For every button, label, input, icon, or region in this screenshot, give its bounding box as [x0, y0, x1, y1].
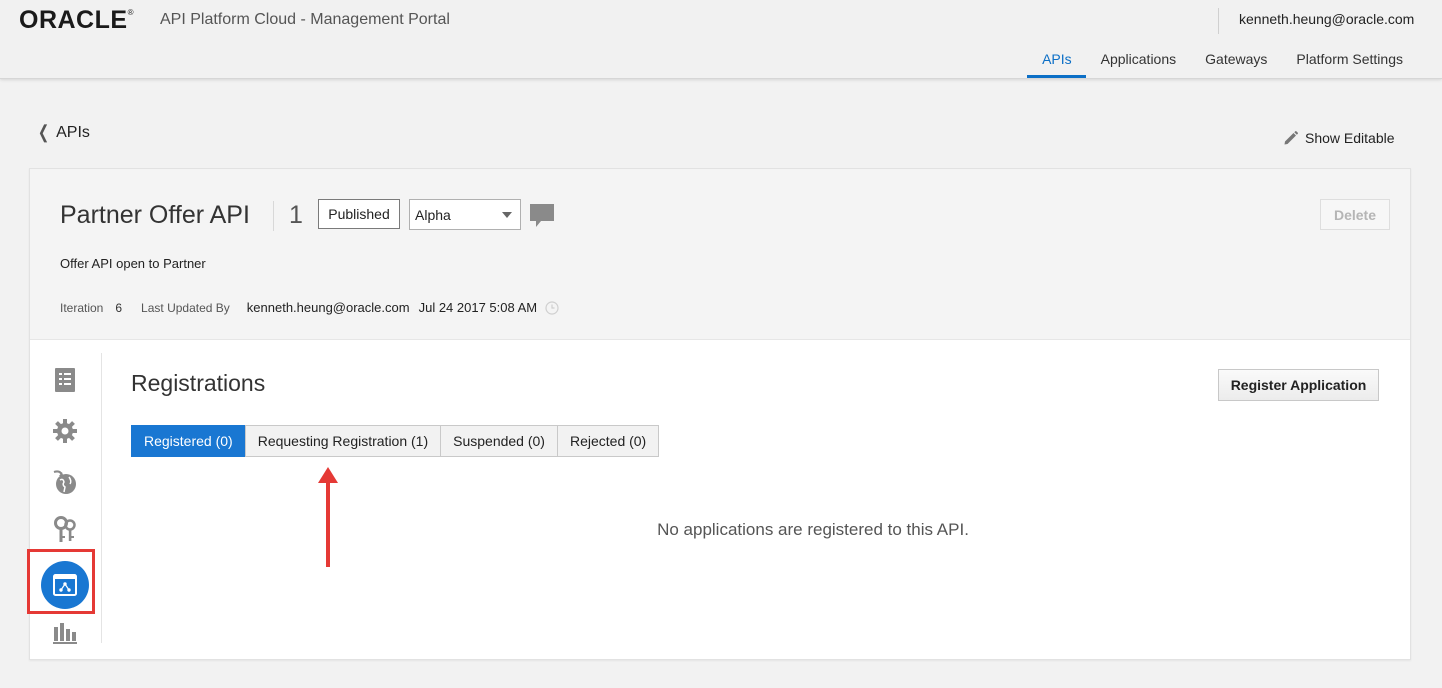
release-select[interactable]: Alpha	[409, 199, 521, 230]
last-updated-label: Last Updated By	[141, 300, 230, 315]
pencil-icon	[1284, 131, 1298, 145]
api-description: Offer API open to Partner	[60, 256, 206, 271]
last-updated-by: kenneth.heung@oracle.com	[246, 300, 410, 315]
portal-title: API Platform Cloud - Management Portal	[160, 11, 450, 28]
tab-rejected[interactable]: Rejected (0)	[556, 425, 660, 457]
tab-registered[interactable]: Registered (0)	[131, 425, 246, 457]
logo-text: ORACLE	[19, 6, 128, 34]
nav-tab-applications[interactable]: Applications	[1086, 48, 1191, 76]
show-editable-label: Show Editable	[1305, 130, 1395, 146]
globe-deploy-icon[interactable]	[50, 467, 80, 497]
chevron-left-icon: ❮	[37, 122, 50, 142]
iteration-value: 6	[115, 300, 123, 315]
main-nav: APIs Applications Gateways Platform Sett…	[1027, 48, 1417, 78]
back-link-label: APIs	[56, 123, 90, 141]
back-to-apis-link[interactable]: ❮ APIs	[36, 122, 90, 143]
tab-requesting-registration[interactable]: Requesting Registration (1)	[244, 425, 442, 457]
registrations-title: Registrations	[131, 370, 266, 396]
empty-state-message: No applications are registered to this A…	[657, 520, 969, 539]
name-divider	[273, 201, 274, 231]
api-metadata: Iteration 6 Last Updated By kenneth.heun…	[60, 300, 559, 315]
api-name: Partner Offer API	[60, 201, 250, 229]
release-select-value: Alpha	[415, 207, 451, 223]
annotation-highlight-box	[27, 549, 95, 614]
nav-tab-apis[interactable]: APIs	[1027, 48, 1086, 78]
api-summary-header: Partner Offer API 1 Published Alpha Dele…	[30, 169, 1410, 340]
analytics-bar-chart-icon[interactable]	[50, 618, 80, 648]
user-menu[interactable]: kenneth.heung@oracle.com	[1239, 11, 1414, 27]
last-updated-at: Jul 24 2017 5:08 AM	[418, 300, 538, 315]
oracle-logo[interactable]: ORACLE®	[19, 6, 134, 35]
logo-registered-mark: ®	[127, 8, 134, 17]
annotation-arrow	[318, 467, 338, 567]
top-header: ORACLE® API Platform Cloud - Management …	[0, 0, 1442, 79]
gear-icon[interactable]	[50, 416, 80, 446]
delete-button[interactable]: Delete	[1320, 199, 1390, 230]
side-nav-divider	[101, 353, 102, 643]
header-divider	[1218, 8, 1219, 34]
api-definition-icon[interactable]	[50, 365, 80, 395]
register-application-button[interactable]: Register Application	[1218, 369, 1379, 401]
nav-tab-platform-settings[interactable]: Platform Settings	[1281, 48, 1417, 76]
api-detail-card: Partner Offer API 1 Published Alpha Dele…	[27, 168, 1411, 660]
tab-suspended[interactable]: Suspended (0)	[440, 425, 558, 457]
api-version: 1	[289, 201, 303, 229]
comment-icon[interactable]	[529, 203, 555, 234]
registration-status-tabs: Registered (0) Requesting Registration (…	[131, 425, 660, 457]
nav-tab-gateways[interactable]: Gateways	[1190, 48, 1281, 76]
iteration-label: Iteration	[60, 300, 104, 315]
chevron-down-icon	[502, 212, 512, 218]
show-editable-button[interactable]: Show Editable	[1283, 130, 1395, 146]
clock-icon	[545, 300, 559, 315]
api-status-button[interactable]: Published	[318, 199, 400, 229]
